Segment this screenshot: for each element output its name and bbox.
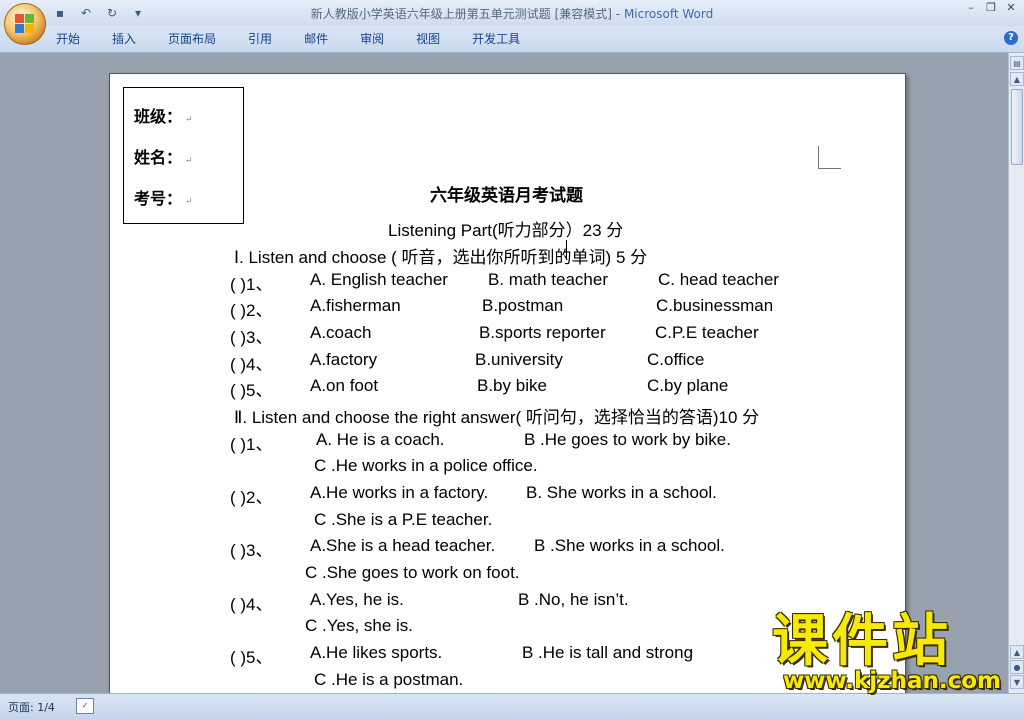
restore-icon[interactable]: ❐ xyxy=(984,1,998,15)
window-title: 新人教版小学英语六年级上册第五单元测试题 [兼容模式] - Microsoft … xyxy=(0,5,1024,22)
status-bar: 页面: 1/4 ✓ xyxy=(0,693,1024,719)
minimize-icon[interactable]: – xyxy=(964,1,978,15)
help-icon[interactable]: ? xyxy=(1004,31,1018,45)
document-name: 新人教版小学英语六年级上册第五单元测试题 [兼容模式] xyxy=(310,7,612,21)
office-logo-icon xyxy=(15,14,35,34)
window-controls: – ❐ ✕ xyxy=(964,1,1018,15)
tab-view[interactable]: 视图 xyxy=(410,31,446,47)
previous-page-icon[interactable]: ▲ xyxy=(1010,645,1024,659)
scroll-thumb[interactable] xyxy=(1011,89,1023,165)
tab-references[interactable]: 引用 xyxy=(242,31,278,47)
tab-developer[interactable]: 开发工具 xyxy=(466,31,526,47)
ruler-toggle-icon[interactable]: ▤ xyxy=(1010,56,1024,70)
name-label: 姓名： ↵ xyxy=(134,148,193,167)
close-icon[interactable]: ✕ xyxy=(1004,1,1018,15)
next-page-icon[interactable]: ▼ xyxy=(1010,675,1024,689)
document-page[interactable]: 班级： ↵ 姓名： ↵ 考号： ↵ 六年级英语月考试题 Listening Part(… xyxy=(109,73,906,693)
tab-mailings[interactable]: 邮件 xyxy=(298,31,334,47)
title-separator: - xyxy=(611,7,624,21)
tab-home[interactable]: 开始 xyxy=(50,31,86,47)
page-count[interactable]: 页面: 1/4 xyxy=(8,699,55,715)
tab-review[interactable]: 审阅 xyxy=(354,31,390,47)
watermark-url: www.kjzhan.com xyxy=(783,668,1001,694)
text-cursor xyxy=(566,240,567,260)
ribbon-tab-bar: 开始 插入 页面布局 引用 邮件 审阅 视图 开发工具 ? xyxy=(0,26,1024,53)
exam-number-label: 考号： ↵ xyxy=(134,189,193,208)
margin-corner-mark xyxy=(818,146,841,169)
scroll-up-icon[interactable]: ▲ xyxy=(1010,72,1024,86)
student-info-box: 班级： ↵ 姓名： ↵ 考号： ↵ xyxy=(123,87,244,224)
office-button[interactable] xyxy=(4,3,46,45)
vertical-scrollbar[interactable]: ▤ ▲ ▲ ● ▼ xyxy=(1008,53,1024,693)
class-label: 班级： ↵ xyxy=(134,107,193,126)
tab-insert[interactable]: 插入 xyxy=(106,31,142,47)
title-bar: ▪ ↶ ↻ ▾ 新人教版小学英语六年级上册第五单元测试题 [兼容模式] - Mi… xyxy=(0,0,1024,26)
select-browse-object-icon[interactable]: ● xyxy=(1010,660,1024,674)
document-workspace: 班级： ↵ 姓名： ↵ 考号： ↵ 六年级英语月考试题 Listening Part(… xyxy=(0,53,1008,693)
watermark-brand: 课件站 xyxy=(772,609,952,674)
ribbon-tabs: 开始 插入 页面布局 引用 邮件 审阅 视图 开发工具 xyxy=(50,31,546,47)
tab-page-layout[interactable]: 页面布局 xyxy=(162,31,222,47)
app-name: Microsoft Word xyxy=(623,7,714,21)
proofing-status-icon[interactable]: ✓ xyxy=(76,698,94,714)
